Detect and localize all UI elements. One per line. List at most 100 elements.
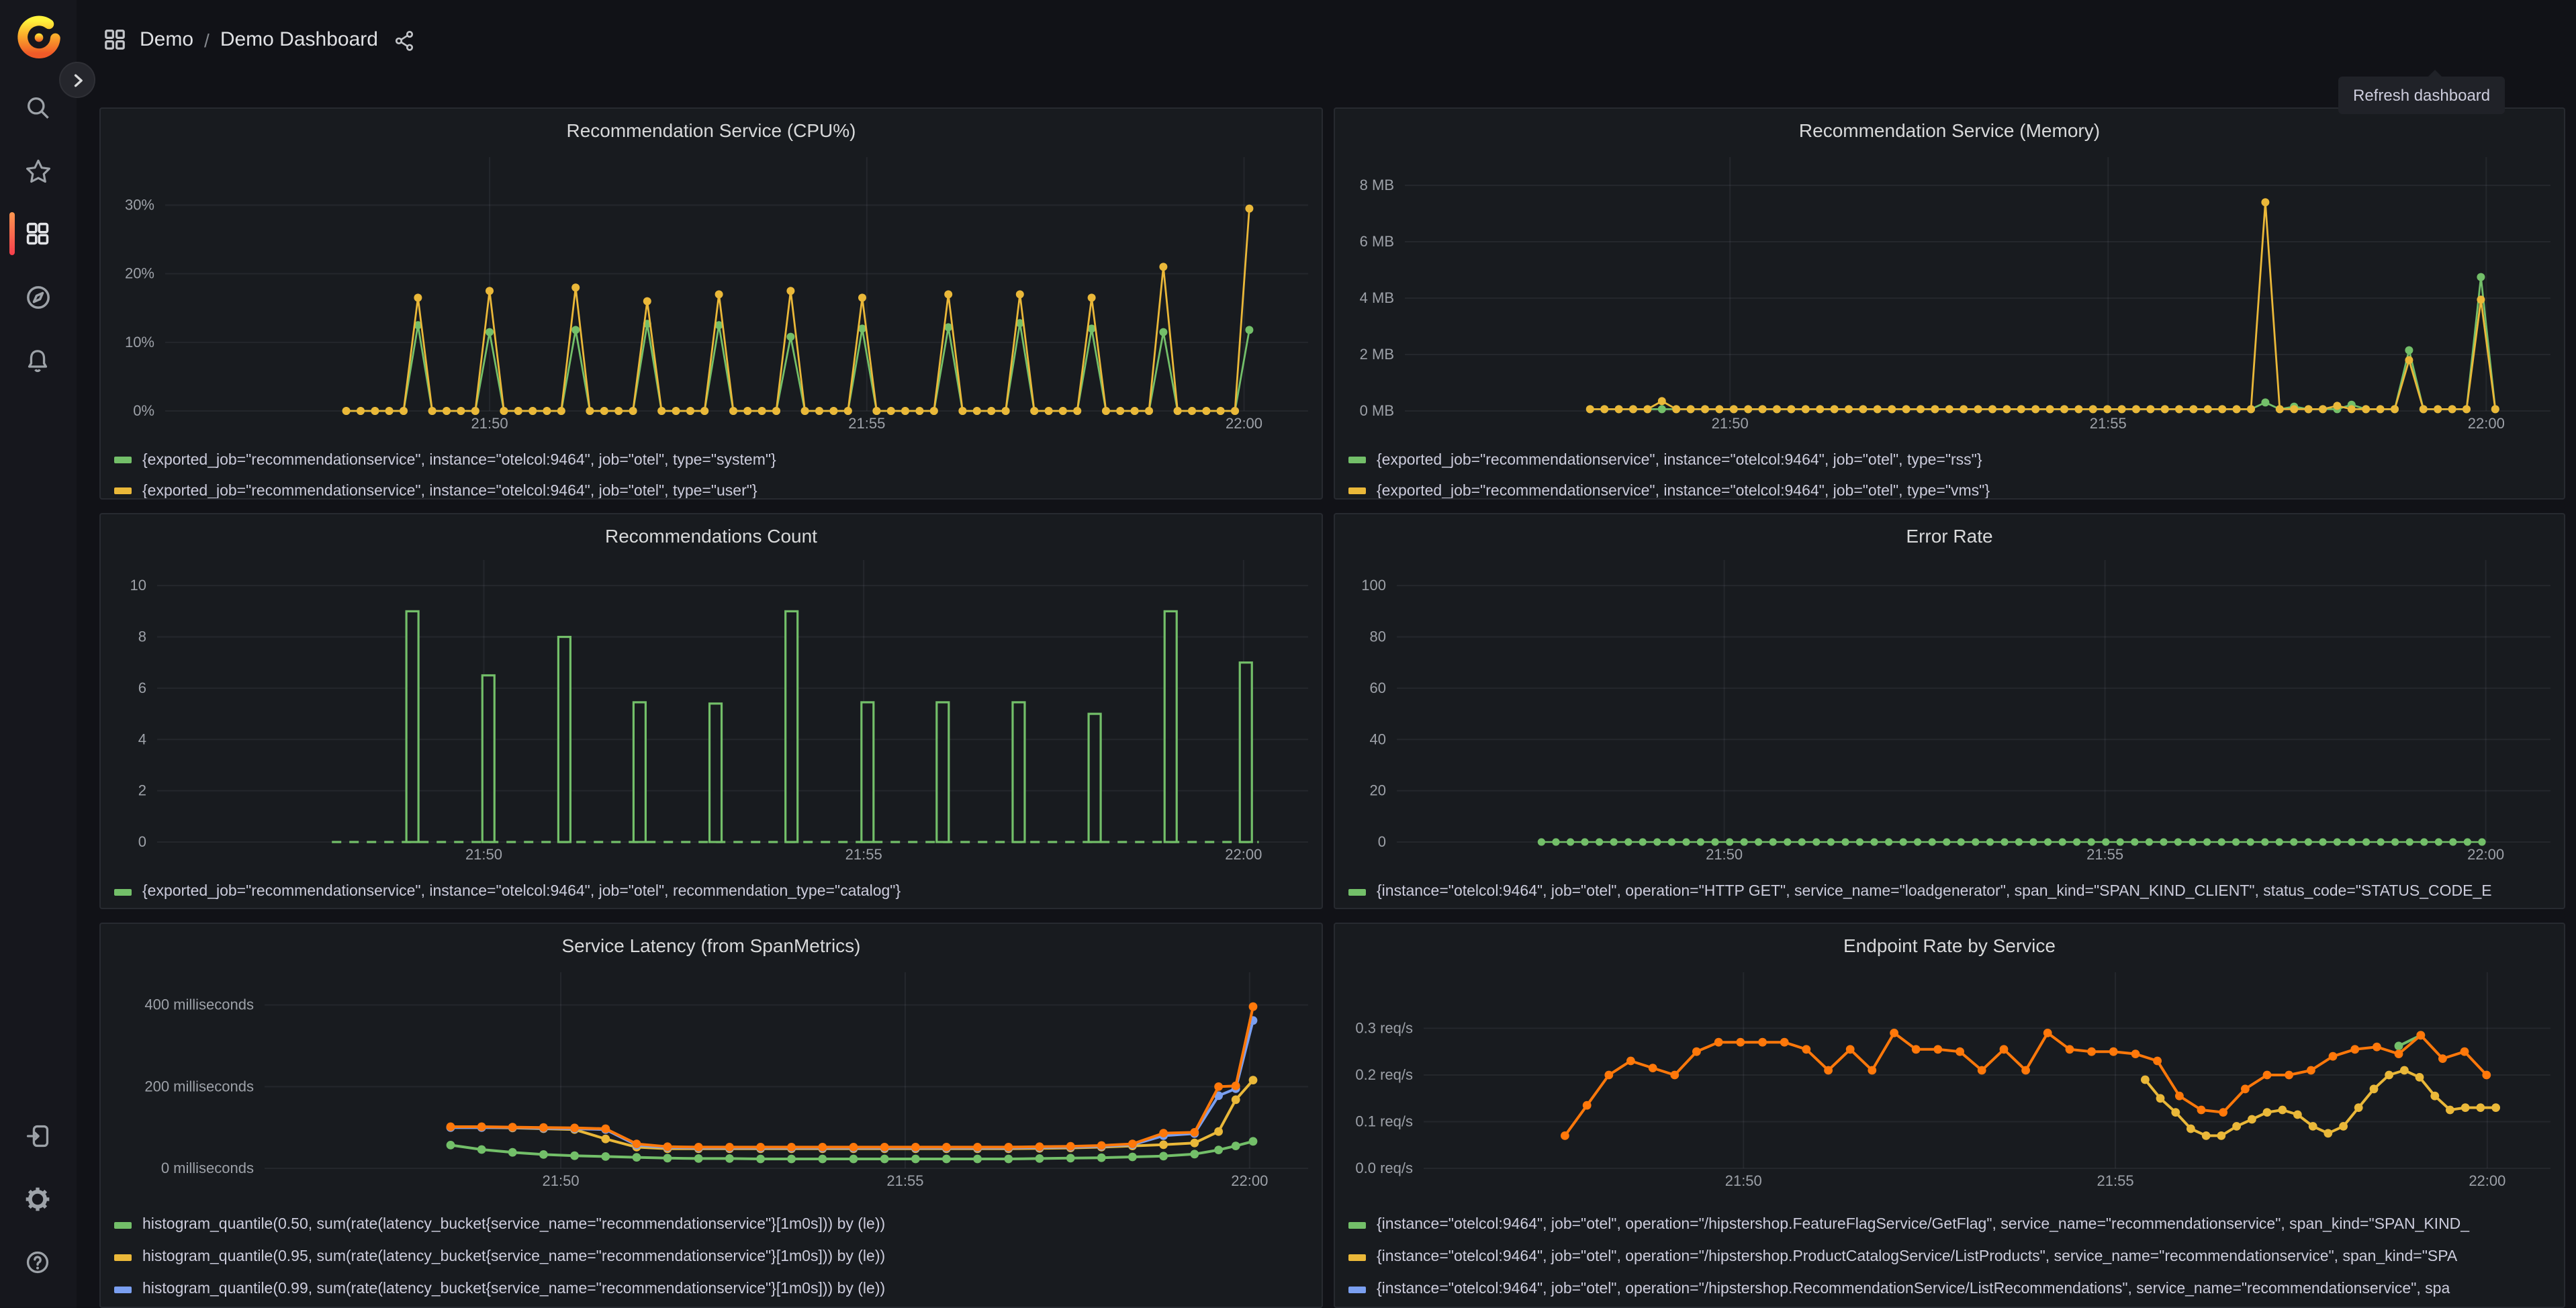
svg-text:10%: 10% <box>125 334 154 351</box>
recommendations-count-chart[interactable]: 21:50 21:55 22:00 0 2 4 6 8 10 <box>101 514 1323 909</box>
grafana-app: Demo / Demo Dashboard Refresh dashboard … <box>0 0 2576 1308</box>
legend-item[interactable]: {instance="otelcol:9464", job="otel", op… <box>1348 1241 2553 1273</box>
svg-text:0.0 req/s: 0.0 req/s <box>1355 1160 1413 1176</box>
chevron-right-icon <box>73 73 82 87</box>
svg-text:0.1 req/s: 0.1 req/s <box>1355 1113 1413 1129</box>
legend-label: {exported_job="recommendationservice", i… <box>1377 452 1982 468</box>
svg-text:0 MB: 0 MB <box>1360 402 1394 419</box>
svg-text:60: 60 <box>1370 680 1386 696</box>
grafana-logo[interactable] <box>15 13 63 62</box>
svg-text:22:00: 22:00 <box>1225 846 1262 863</box>
legend-item[interactable]: histogram_quantile(0.999, sum(rate(laten… <box>114 1305 1311 1307</box>
breadcrumb-dashboard-name[interactable]: Demo Dashboard <box>220 28 378 51</box>
legend-label: {exported_job="recommendationservice", i… <box>142 884 901 900</box>
sidebar-item-dashboards[interactable] <box>11 207 64 261</box>
svg-text:4 MB: 4 MB <box>1360 289 1394 306</box>
svg-text:40: 40 <box>1370 731 1386 747</box>
legend: {exported_job="recommendationservice", i… <box>1348 445 2553 499</box>
svg-text:21:55: 21:55 <box>2090 415 2127 432</box>
bell-icon <box>28 350 48 373</box>
svg-text:21:50: 21:50 <box>465 846 502 863</box>
svg-text:4: 4 <box>138 731 146 747</box>
sidebar-item-help[interactable] <box>11 1235 64 1289</box>
top-navigation: Demo / Demo Dashboard <box>77 0 2576 83</box>
legend-swatch <box>114 1254 132 1260</box>
legend: {exported_job="recommendationservice", i… <box>114 445 1311 499</box>
help-icon <box>26 1251 49 1274</box>
svg-text:0.3 req/s: 0.3 req/s <box>1355 1019 1413 1036</box>
sidebar-item-sign-in[interactable] <box>11 1109 64 1163</box>
legend-item[interactable]: {instance="otelcol:9464", job="otel", op… <box>1348 1305 2553 1307</box>
legend-item[interactable]: {instance="otelcol:9464", job="otel", op… <box>1348 1209 2553 1241</box>
svg-text:200 milliseconds: 200 milliseconds <box>144 1078 254 1094</box>
sidebar-expand-button[interactable] <box>59 62 95 98</box>
legend-swatch <box>114 457 132 463</box>
sidebar-item-server-admin[interactable] <box>11 1172 64 1226</box>
legend-label: {instance="otelcol:9464", job="otel", op… <box>1377 1281 2450 1297</box>
star-icon <box>26 158 50 183</box>
legend-label: {exported_job="recommendationservice", i… <box>142 452 776 468</box>
sidebar-item-search[interactable] <box>11 81 64 134</box>
legend-item[interactable]: histogram_quantile(0.50, sum(rate(latenc… <box>114 1209 1311 1241</box>
legend: histogram_quantile(0.50, sum(rate(latenc… <box>114 1209 1311 1307</box>
legend-item[interactable]: {instance="otelcol:9464", job="otel", op… <box>1348 1273 2553 1305</box>
legend-swatch <box>1348 487 1366 494</box>
panel-recommendations-count: Recommendations Count 21:50 21:55 22:00 0 2 4… <box>99 513 1323 909</box>
legend-item[interactable]: {exported_job="recommendationservice", i… <box>1348 475 2553 499</box>
svg-text:21:55: 21:55 <box>2097 1172 2134 1189</box>
refresh-tooltip: Refresh dashboard <box>2338 70 2505 114</box>
cpu-chart[interactable]: 21:50 21:55 22:00 0% 10% 20% 30% <box>101 109 1323 500</box>
svg-text:21:50: 21:50 <box>543 1172 580 1189</box>
legend-swatch <box>1348 1254 1366 1260</box>
svg-text:21:50: 21:50 <box>1706 846 1743 863</box>
svg-text:2 MB: 2 MB <box>1360 346 1394 363</box>
legend-swatch <box>1348 1286 1366 1293</box>
sidebar-item-explore[interactable] <box>11 270 64 324</box>
legend-label: {exported_job="recommendationservice", i… <box>1377 483 1990 499</box>
panel-endpoint-rate: Endpoint Rate by Service 21:50 21:55 22:00… <box>1334 923 2565 1308</box>
legend-item[interactable]: {instance="otelcol:9464", job="otel", op… <box>1348 877 2553 906</box>
sidebar-item-starred[interactable] <box>11 144 64 197</box>
memory-chart[interactable]: 21:50 21:55 22:00 0 MB 2 MB 4 MB 6 MB 8 MB <box>1335 109 2565 500</box>
svg-text:100: 100 <box>1361 577 1386 594</box>
refresh-tooltip-text: Refresh dashboard <box>2353 86 2491 105</box>
svg-text:21:55: 21:55 <box>848 415 885 432</box>
sidebar-item-alerting[interactable] <box>11 333 64 387</box>
legend-swatch <box>1348 457 1366 463</box>
breadcrumb-separator: / <box>204 29 210 50</box>
legend-label: {exported_job="recommendationservice", i… <box>142 483 757 499</box>
legend-label: histogram_quantile(0.99, sum(rate(latenc… <box>142 1281 886 1297</box>
svg-text:21:55: 21:55 <box>2086 846 2123 863</box>
error-rate-chart[interactable]: 21:50 21:55 22:00 0 20 40 60 80 100 <box>1335 514 2565 909</box>
legend-item[interactable]: {exported_job="recommendationservice", i… <box>114 445 1311 475</box>
grafana-logo-icon <box>17 15 60 58</box>
legend-item[interactable]: {exported_job="recommendationservice", i… <box>114 475 1311 499</box>
legend-label: {instance="otelcol:9464", job="otel", op… <box>1377 884 2492 900</box>
legend-item[interactable]: histogram_quantile(0.99, sum(rate(latenc… <box>114 1273 1311 1305</box>
svg-text:21:50: 21:50 <box>1725 1172 1762 1189</box>
breadcrumb: Demo / Demo Dashboard <box>103 28 416 51</box>
svg-text:6 MB: 6 MB <box>1360 233 1394 250</box>
svg-text:20%: 20% <box>125 265 154 282</box>
svg-text:22:00: 22:00 <box>2467 846 2504 863</box>
svg-text:21:55: 21:55 <box>886 1172 923 1189</box>
share-dashboard-button[interactable] <box>394 29 416 50</box>
legend-swatch <box>114 487 132 494</box>
sidebar <box>0 0 77 1308</box>
panel-error-rate: Error Rate 21:50 21:55 22:00 0 20 40 60 80 100 {… <box>1334 513 2565 909</box>
svg-text:6: 6 <box>138 680 146 696</box>
legend-item[interactable]: {exported_job="recommendationservice", i… <box>1348 445 2553 475</box>
svg-text:22:00: 22:00 <box>1231 1172 1268 1189</box>
legend-item[interactable]: {exported_job="recommendationservice", i… <box>114 877 1311 906</box>
legend-label: {instance="otelcol:9464", job="otel", op… <box>1377 1249 2458 1265</box>
svg-text:30%: 30% <box>125 197 154 214</box>
svg-text:0.2 req/s: 0.2 req/s <box>1355 1066 1413 1083</box>
svg-text:21:50: 21:50 <box>1712 415 1749 432</box>
legend: {instance="otelcol:9464", job="otel", op… <box>1348 1209 2553 1307</box>
breadcrumb-folder[interactable]: Demo <box>140 28 193 51</box>
svg-text:8 MB: 8 MB <box>1360 177 1394 193</box>
legend-swatch <box>114 1286 132 1293</box>
svg-text:22:00: 22:00 <box>2468 415 2505 432</box>
svg-text:0 milliseconds: 0 milliseconds <box>161 1160 254 1176</box>
legend-item[interactable]: histogram_quantile(0.95, sum(rate(latenc… <box>114 1241 1311 1273</box>
